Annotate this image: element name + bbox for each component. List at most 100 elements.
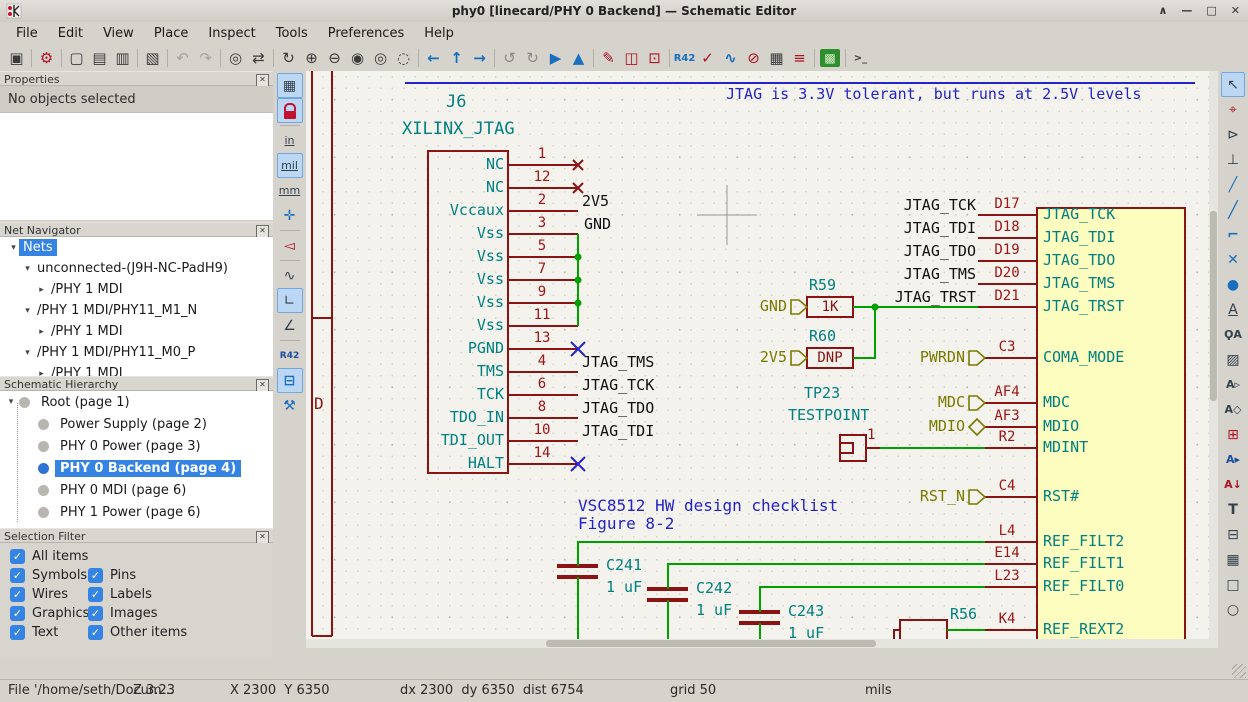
checkbox-checked-icon[interactable]: ✓ xyxy=(10,549,25,564)
zoom-out-icon[interactable]: ⊖ xyxy=(323,47,346,69)
menu-help[interactable]: Help xyxy=(414,24,464,43)
filter-all-items[interactable]: ✓ All items xyxy=(10,549,88,564)
schematic-canvas[interactable]: JTAG is 3.3V tolerant, but runs at 2.5V … xyxy=(306,71,1218,648)
hierarchy-label[interactable]: Power Supply (page 2) xyxy=(55,416,212,433)
connector-reference[interactable]: J6 xyxy=(446,93,466,112)
global-label-rst-n[interactable]: RST_N xyxy=(806,488,965,505)
find-icon[interactable]: ◎ xyxy=(224,47,247,69)
assign-footprints-icon[interactable]: ⊡ xyxy=(643,47,666,69)
text-box-icon[interactable]: ⊟ xyxy=(1221,522,1245,547)
refresh-icon[interactable]: ↻ xyxy=(277,47,300,69)
resistor-value[interactable]: 1K xyxy=(807,300,853,315)
zoom-in-icon[interactable]: ⊕ xyxy=(300,47,323,69)
properties-panel-toggle-icon[interactable]: ⚒ xyxy=(277,393,303,418)
net-tree-item[interactable]: ▾ unconnected-(J9H-NC-PadH9) xyxy=(0,258,273,279)
erc-icon[interactable]: ✓ xyxy=(696,47,719,69)
expand-arrow-icon[interactable]: ▸ xyxy=(36,285,47,295)
net-tree-item[interactable]: ▸ /PHY 1 MDI xyxy=(0,279,273,300)
capacitor-value[interactable]: 1 uF xyxy=(606,579,642,596)
window-shade-button[interactable]: ∧ xyxy=(1158,1,1167,21)
hierarchy-item-phy0-mdi[interactable]: PHY 0 MDI (page 6) xyxy=(0,479,273,501)
net-tree-item[interactable]: ▾ Nets xyxy=(0,237,273,258)
units-mm-button[interactable]: mm xyxy=(277,178,303,203)
net-label[interactable]: 2V5 xyxy=(582,193,609,210)
filter-images[interactable]: ✓ Images xyxy=(88,606,158,621)
highlight-net-icon[interactable]: ⌖ xyxy=(1221,97,1245,122)
testpoint-reference[interactable]: TP23 xyxy=(804,385,840,402)
zoom-selection-icon[interactable]: ◌ xyxy=(392,47,415,69)
console-icon[interactable]: >_ xyxy=(849,47,872,69)
units-mils-button[interactable]: mil xyxy=(277,153,303,178)
hierarchy-item-root[interactable]: ▾ Root (page 1) xyxy=(0,391,273,413)
hierarchy-label-selected[interactable]: PHY 0 Backend (page 4) xyxy=(55,460,241,477)
capacitor-value[interactable]: 1 uF xyxy=(696,602,732,619)
net-label[interactable]: JTAG_TDO xyxy=(816,243,976,260)
no-connect-flag-icon[interactable]: ✕ xyxy=(1221,247,1245,272)
simulator-icon[interactable]: ∿ xyxy=(719,47,742,69)
save-icon[interactable]: ▣ xyxy=(5,47,28,69)
filter-symbols[interactable]: ✓ Symbols xyxy=(10,568,87,583)
expand-arrow-icon[interactable]: ▾ xyxy=(5,397,17,407)
hierarchy-label[interactable]: Root (page 1) xyxy=(36,394,135,411)
net-tree-label[interactable]: /PHY 1 MDI xyxy=(47,323,127,340)
checkbox-checked-icon[interactable]: ✓ xyxy=(88,606,103,621)
sim-probe-icon[interactable]: ⊘ xyxy=(742,47,765,69)
scrollbar-thumb[interactable] xyxy=(546,640,876,647)
checkbox-checked-icon[interactable]: ✓ xyxy=(88,587,103,602)
net-label[interactable]: JTAG_TDI xyxy=(816,220,976,237)
menu-file[interactable]: File xyxy=(6,24,48,43)
open-pcb-editor-icon[interactable]: ▩ xyxy=(820,49,840,67)
menu-tools[interactable]: Tools xyxy=(266,24,318,43)
browse-libraries-icon[interactable]: ◫ xyxy=(620,47,643,69)
net-label-icon[interactable]: A xyxy=(1221,297,1245,322)
draw-bus-icon[interactable]: ╱ xyxy=(1221,197,1245,222)
nav-forward-icon[interactable]: → xyxy=(468,47,491,69)
net-tree-label[interactable]: /PHY 1 MDI/PHY11_M0_P xyxy=(33,344,199,361)
filter-other-items[interactable]: ✓ Other items xyxy=(88,625,187,640)
net-label[interactable]: JTAG_TDI xyxy=(582,423,654,440)
net-tree-label[interactable]: /PHY 1 MDI xyxy=(47,365,127,376)
circle-icon[interactable]: ○ xyxy=(1221,597,1245,622)
new-sheet-icon[interactable]: ▢ xyxy=(65,47,88,69)
checkbox-checked-icon[interactable]: ✓ xyxy=(88,625,103,640)
menu-edit[interactable]: Edit xyxy=(48,24,93,43)
text-icon[interactable]: T xyxy=(1221,497,1245,522)
canvas-horizontal-scrollbar[interactable] xyxy=(306,639,1209,648)
net-table-icon[interactable]: ▦ xyxy=(765,47,788,69)
undo-icon[interactable]: ↶ xyxy=(171,47,194,69)
wire-to-bus-entry-icon[interactable]: ⌐ xyxy=(1221,222,1245,247)
window-maximize-button[interactable]: □ xyxy=(1206,1,1216,21)
zoom-objects-icon[interactable]: ◎ xyxy=(369,47,392,69)
capacitor-reference[interactable]: C242 xyxy=(696,580,732,597)
expand-arrow-icon[interactable]: ▾ xyxy=(22,264,33,274)
expand-arrow-icon[interactable]: ▸ xyxy=(36,327,47,337)
net-tree-label[interactable]: Nets xyxy=(19,239,57,256)
net-tree-label[interactable]: /PHY 1 MDI xyxy=(47,281,127,298)
net-tree-item[interactable]: ▾ /PHY 1 MDI/PHY11_M1_N xyxy=(0,300,273,321)
plot-icon[interactable]: ▥ xyxy=(111,47,134,69)
net-tree-label[interactable]: /PHY 1 MDI/PHY11_M1_N xyxy=(33,302,201,319)
expand-arrow-icon[interactable]: ▾ xyxy=(22,348,33,358)
sheet-pin-icon[interactable]: A↓ xyxy=(1221,472,1245,497)
net-label[interactable]: JTAG_TCK xyxy=(582,377,654,394)
crosshair-style-icon[interactable]: ✛ xyxy=(277,203,303,228)
net-tree-item[interactable]: ▾ /PHY 1 MDI/PHY11_M0_P xyxy=(0,342,273,363)
resistor-reference[interactable]: R56 xyxy=(950,606,977,623)
scrollbar-thumb[interactable] xyxy=(1210,211,1217,401)
expand-arrow-icon[interactable]: ▾ xyxy=(8,243,19,253)
grid-settings-icon[interactable]: ▦ xyxy=(277,73,303,98)
net-label[interactable]: JTAG_TMS xyxy=(582,354,654,371)
connector-value[interactable]: XILINX_JTAG xyxy=(402,120,515,139)
hierarchy-item-phy0-backend[interactable]: PHY 0 Backend (page 4) xyxy=(0,457,273,479)
hierarchy-item-phy1-power[interactable]: PHY 1 Power (page 6) xyxy=(0,501,273,523)
menu-preferences[interactable]: Preferences xyxy=(318,24,414,43)
global-label-gnd[interactable]: GND xyxy=(706,298,787,315)
checkbox-checked-icon[interactable]: ✓ xyxy=(10,587,25,602)
menu-view[interactable]: View xyxy=(93,24,144,43)
hierarchy-item-phy0-power[interactable]: PHY 0 Power (page 3) xyxy=(0,435,273,457)
filter-pins[interactable]: ✓ Pins xyxy=(88,568,136,583)
rotate-ccw-icon[interactable]: ↺ xyxy=(498,47,521,69)
draw-wire-icon[interactable]: ╱ xyxy=(1221,172,1245,197)
window-minimize-button[interactable]: — xyxy=(1181,1,1192,21)
rotate-cw-icon[interactable]: ↻ xyxy=(521,47,544,69)
